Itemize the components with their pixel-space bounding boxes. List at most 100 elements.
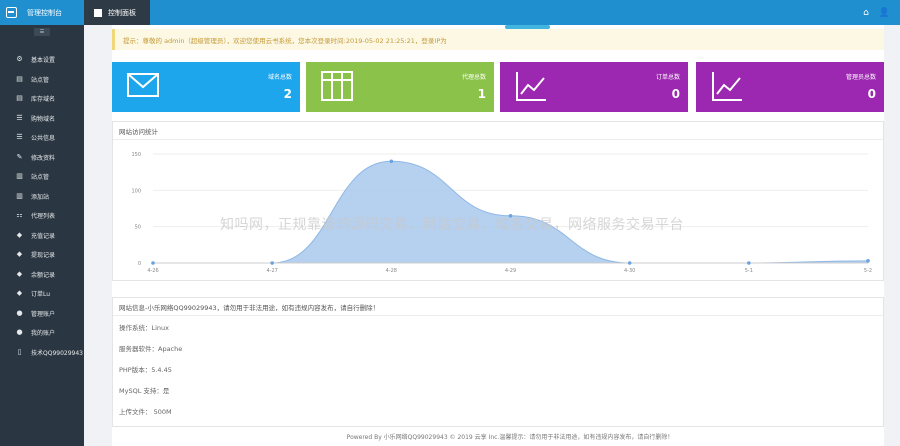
x-tick-label: 4-28 [386, 268, 397, 274]
envelope-icon [127, 73, 159, 97]
sidebar-item-label: 技术QQ99029943 [31, 349, 83, 357]
info-line: PHP版本：5.4.45 [119, 365, 172, 374]
stat-card-admins[interactable]: 管理员总数 0 [696, 62, 884, 112]
sidebar-item[interactable]: ⚏ 代理列表 [0, 206, 84, 226]
data-point[interactable] [627, 261, 632, 265]
sidebar-menu: ⚙ 基本设置 ▤ 站点管 ▤ 库存域名 ☰ 购物域名 ☰ 公共信息 ✎ 修改资料 ▥ 站点管 ▥ 添加站 ⚏ 代理… [0, 50, 84, 362]
data-point[interactable] [866, 259, 870, 263]
tag-icon: ◆ [16, 230, 23, 239]
data-point[interactable] [747, 261, 751, 265]
data-point[interactable] [151, 261, 155, 265]
sidebar-item[interactable]: ☰ 购物域名 [0, 109, 84, 129]
gears-icon: ⚙ [16, 55, 23, 64]
card-title: 域名总数 [267, 74, 292, 81]
footer: Powered By 小乐网络QQ99029943 © 2019 云享 Inc.… [346, 434, 674, 441]
panel-title: 网站访问统计 [113, 122, 883, 140]
brand-title: 管理控制台 [27, 8, 62, 17]
line-chart-icon [516, 72, 546, 101]
stat-card-agents[interactable]: 代理总数 1 [306, 62, 494, 112]
y-tick-label: 0 [138, 261, 141, 267]
sidebar-item[interactable]: ◆ 订单Lu [0, 284, 84, 304]
panel-title: 网站信息-小乐网络QQ99029943，请勿用于非法用途，如有违规内容发布，请自… [113, 298, 883, 316]
sidebar-item-label: 公共信息 [31, 135, 56, 143]
sidebar-item[interactable]: ◆ 充值记录 [0, 226, 84, 246]
sidebar-item[interactable]: ✎ 修改资料 [0, 148, 84, 168]
sidebar-item[interactable]: ◆ 提现记录 [0, 245, 84, 265]
map-icon: ▥ [16, 191, 23, 200]
sidebar-item[interactable]: ☰ 公共信息 [0, 128, 84, 148]
sidebar-item-label: 订单Lu [31, 291, 51, 299]
copy-icon: ▤ [16, 94, 23, 103]
info-line: 上传文件： 500M [119, 407, 172, 416]
tag-icon: ◆ [16, 269, 23, 278]
sidebar-item-label: 修改资料 [31, 154, 56, 162]
card-value: 2 [283, 87, 292, 101]
dashboard-icon [6, 7, 17, 18]
card-value: 0 [671, 87, 680, 101]
sidebar: ☰ ⚙ 基本设置 ▤ 站点管 ▤ 库存域名 ☰ 购物域名 ☰ 公共信息 ✎ 修改资料 ▥ 站点管 ▥ 添加站 ⚏… [0, 25, 84, 446]
decorative-blob [505, 25, 550, 29]
sidebar-item[interactable]: ◆ 余额记录 [0, 265, 84, 285]
brand[interactable]: 管理控制台 [0, 0, 84, 25]
x-tick-label: 4-26 [147, 268, 158, 274]
sidebar-item[interactable]: ● 我的账户 [0, 323, 84, 343]
sidebar-item-label: 基本设置 [31, 57, 56, 65]
x-tick-label: 5-2 [864, 268, 872, 274]
sidebar-item-label: 站点管 [31, 76, 50, 84]
page-icon [94, 8, 102, 17]
copy-icon: ▤ [16, 74, 23, 83]
top-bar: 管理控制台 控制面板 ⌂ 👤 [0, 0, 900, 25]
sidebar-item-label: 余额记录 [31, 271, 56, 279]
sidebar-item-label: 站点管 [31, 174, 50, 182]
collapse-icon[interactable]: ☰ [33, 28, 51, 36]
home-icon[interactable]: ⌂ [863, 8, 869, 18]
user-icon: ● [16, 308, 23, 317]
data-point[interactable] [389, 159, 394, 164]
sidebar-item-label: 管理账户 [31, 310, 56, 318]
x-tick-label: 4-29 [505, 268, 516, 274]
sitemap-icon: ⚏ [16, 211, 23, 220]
card-value: 0 [867, 87, 876, 101]
sidebar-item[interactable]: ▤ 库存域名 [0, 89, 84, 109]
stat-card-orders[interactable]: 订单总数 0 [500, 62, 688, 112]
map-icon: ▥ [16, 172, 23, 181]
x-tick-label: 4-30 [624, 268, 635, 274]
sidebar-item[interactable]: ● 管理账户 [0, 304, 84, 324]
site-info-panel: 网站信息-小乐网络QQ99029943，请勿用于非法用途，如有违规内容发布，请自… [112, 297, 884, 427]
sidebar-collapse-button[interactable]: ☰ [0, 25, 84, 39]
sidebar-item[interactable]: ▥ 站点管 [0, 167, 84, 187]
list-icon: ☰ [16, 113, 23, 122]
sidebar-item-label: 购物域名 [31, 115, 56, 123]
line-chart-icon [712, 72, 742, 101]
sidebar-item[interactable]: ⚙ 基本设置 [0, 50, 84, 70]
table-icon [321, 71, 353, 101]
user-icon: ● [16, 328, 23, 337]
sidebar-item-label: 我的账户 [31, 330, 56, 338]
tab-dashboard[interactable]: 控制面板 [84, 0, 150, 25]
y-tick-label: 50 [135, 225, 141, 231]
sidebar-item[interactable]: ▥ 添加站 [0, 187, 84, 207]
tag-icon: ◆ [16, 250, 23, 259]
info-line: MySQL 支持：是 [119, 386, 170, 395]
user-icon[interactable]: 👤 [879, 8, 890, 18]
sidebar-item[interactable]: ▯ 技术QQ99029943 [0, 343, 84, 363]
x-tick-label: 4-27 [266, 268, 277, 274]
sidebar-item-label: 提现记录 [31, 252, 56, 260]
series-area [153, 161, 868, 263]
info-line: 服务器软件：Apache [119, 344, 183, 353]
sidebar-item[interactable]: ▤ 站点管 [0, 70, 84, 90]
card-title: 管理员总数 [845, 74, 876, 81]
x-tick-label: 5-1 [745, 268, 753, 274]
traffic-chart: 0 50 100 150 4-26 4-27 4-28 4-29 4-30 5-1 5-2 [131, 152, 872, 274]
main-content: 提示：尊敬的 admin（超级管理员），欢迎您使用云书系统，您本次登录时间:20… [112, 25, 884, 446]
y-tick-label: 150 [131, 152, 141, 158]
traffic-chart-panel: 网站访问统计 0 50 100 150 4-26 4-27 4-28 4-29 4-30 5-1 5… [112, 121, 884, 281]
data-point[interactable] [508, 213, 513, 218]
sidebar-item-label: 充值记录 [31, 232, 56, 240]
y-tick-label: 100 [131, 188, 141, 194]
data-point[interactable] [270, 261, 274, 265]
card-value: 1 [477, 87, 486, 101]
sidebar-item-label: 添加站 [31, 193, 50, 201]
card-title: 代理总数 [461, 74, 486, 81]
stat-card-domains[interactable]: 域名总数 2 [112, 62, 300, 112]
